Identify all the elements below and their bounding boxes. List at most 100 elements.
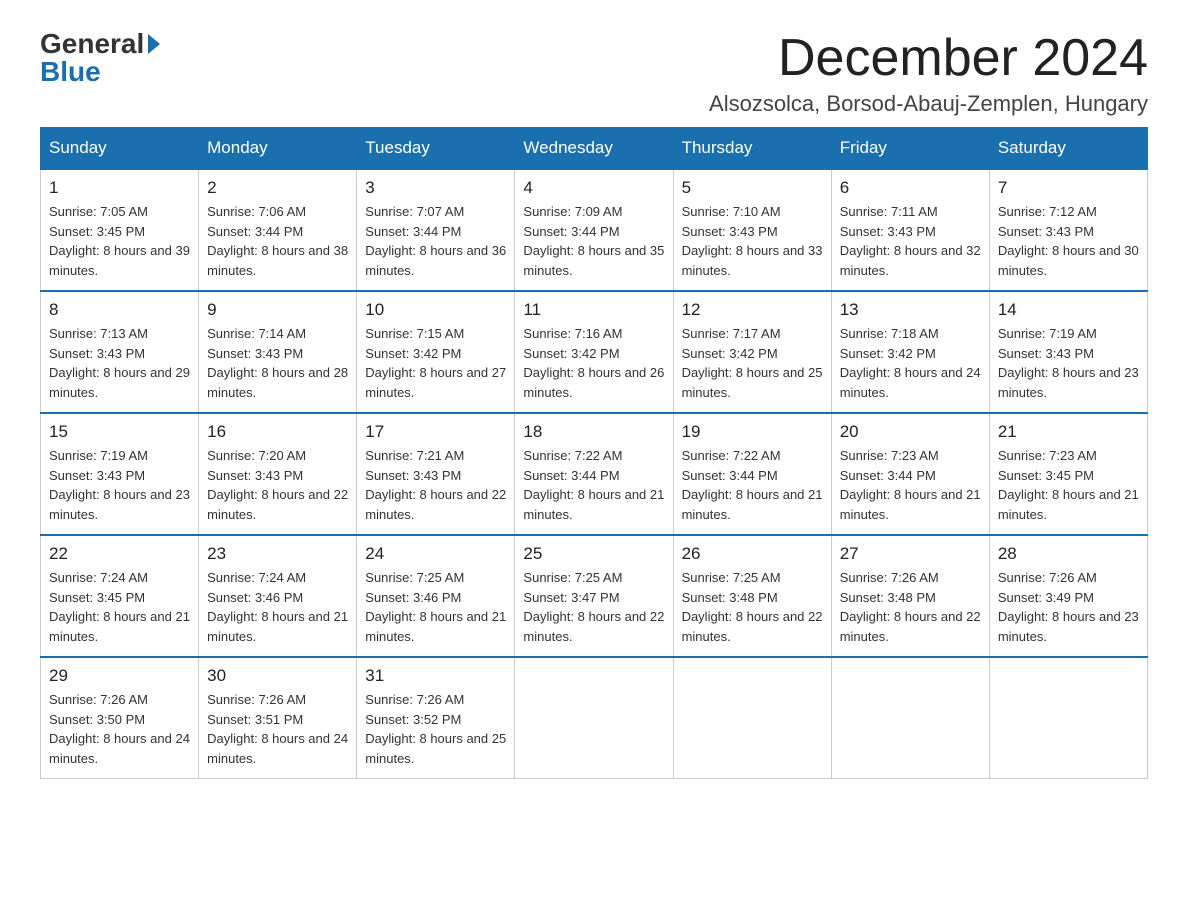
header-saturday: Saturday bbox=[989, 128, 1147, 170]
calendar-cell bbox=[831, 657, 989, 779]
day-number: 5 bbox=[682, 178, 823, 198]
day-info: Sunrise: 7:17 AM Sunset: 3:42 PM Dayligh… bbox=[682, 324, 823, 402]
calendar-cell: 13 Sunrise: 7:18 AM Sunset: 3:42 PM Dayl… bbox=[831, 291, 989, 413]
day-number: 20 bbox=[840, 422, 981, 442]
calendar-cell: 20 Sunrise: 7:23 AM Sunset: 3:44 PM Dayl… bbox=[831, 413, 989, 535]
calendar-cell: 15 Sunrise: 7:19 AM Sunset: 3:43 PM Dayl… bbox=[41, 413, 199, 535]
day-number: 26 bbox=[682, 544, 823, 564]
day-number: 9 bbox=[207, 300, 348, 320]
day-number: 17 bbox=[365, 422, 506, 442]
day-number: 30 bbox=[207, 666, 348, 686]
calendar-cell bbox=[989, 657, 1147, 779]
calendar-cell: 21 Sunrise: 7:23 AM Sunset: 3:45 PM Dayl… bbox=[989, 413, 1147, 535]
calendar-cell: 4 Sunrise: 7:09 AM Sunset: 3:44 PM Dayli… bbox=[515, 169, 673, 291]
header-thursday: Thursday bbox=[673, 128, 831, 170]
calendar-cell: 17 Sunrise: 7:21 AM Sunset: 3:43 PM Dayl… bbox=[357, 413, 515, 535]
logo-blue: Blue bbox=[40, 58, 101, 86]
weekday-header-row: Sunday Monday Tuesday Wednesday Thursday… bbox=[41, 128, 1148, 170]
calendar-cell: 16 Sunrise: 7:20 AM Sunset: 3:43 PM Dayl… bbox=[199, 413, 357, 535]
header-sunday: Sunday bbox=[41, 128, 199, 170]
day-info: Sunrise: 7:07 AM Sunset: 3:44 PM Dayligh… bbox=[365, 202, 506, 280]
day-number: 6 bbox=[840, 178, 981, 198]
day-info: Sunrise: 7:15 AM Sunset: 3:42 PM Dayligh… bbox=[365, 324, 506, 402]
calendar-cell: 10 Sunrise: 7:15 AM Sunset: 3:42 PM Dayl… bbox=[357, 291, 515, 413]
page-header: General Blue December 2024 Alsozsolca, B… bbox=[40, 30, 1148, 117]
calendar-cell: 1 Sunrise: 7:05 AM Sunset: 3:45 PM Dayli… bbox=[41, 169, 199, 291]
day-number: 24 bbox=[365, 544, 506, 564]
day-info: Sunrise: 7:24 AM Sunset: 3:45 PM Dayligh… bbox=[49, 568, 190, 646]
day-info: Sunrise: 7:11 AM Sunset: 3:43 PM Dayligh… bbox=[840, 202, 981, 280]
week-row-1: 1 Sunrise: 7:05 AM Sunset: 3:45 PM Dayli… bbox=[41, 169, 1148, 291]
day-info: Sunrise: 7:23 AM Sunset: 3:45 PM Dayligh… bbox=[998, 446, 1139, 524]
calendar-cell bbox=[673, 657, 831, 779]
calendar-cell bbox=[515, 657, 673, 779]
day-number: 27 bbox=[840, 544, 981, 564]
logo: General Blue bbox=[40, 30, 160, 86]
day-number: 23 bbox=[207, 544, 348, 564]
calendar-subtitle: Alsozsolca, Borsod-Abauj-Zemplen, Hungar… bbox=[709, 91, 1148, 117]
day-info: Sunrise: 7:26 AM Sunset: 3:48 PM Dayligh… bbox=[840, 568, 981, 646]
logo-general: General bbox=[40, 30, 144, 58]
day-number: 15 bbox=[49, 422, 190, 442]
day-number: 8 bbox=[49, 300, 190, 320]
title-section: December 2024 Alsozsolca, Borsod-Abauj-Z… bbox=[709, 30, 1148, 117]
header-wednesday: Wednesday bbox=[515, 128, 673, 170]
calendar-cell: 31 Sunrise: 7:26 AM Sunset: 3:52 PM Dayl… bbox=[357, 657, 515, 779]
day-info: Sunrise: 7:14 AM Sunset: 3:43 PM Dayligh… bbox=[207, 324, 348, 402]
week-row-4: 22 Sunrise: 7:24 AM Sunset: 3:45 PM Dayl… bbox=[41, 535, 1148, 657]
day-info: Sunrise: 7:26 AM Sunset: 3:50 PM Dayligh… bbox=[49, 690, 190, 768]
day-info: Sunrise: 7:12 AM Sunset: 3:43 PM Dayligh… bbox=[998, 202, 1139, 280]
calendar-cell: 25 Sunrise: 7:25 AM Sunset: 3:47 PM Dayl… bbox=[515, 535, 673, 657]
calendar-cell: 8 Sunrise: 7:13 AM Sunset: 3:43 PM Dayli… bbox=[41, 291, 199, 413]
logo-arrow-icon bbox=[148, 34, 160, 54]
calendar-cell: 23 Sunrise: 7:24 AM Sunset: 3:46 PM Dayl… bbox=[199, 535, 357, 657]
calendar-cell: 18 Sunrise: 7:22 AM Sunset: 3:44 PM Dayl… bbox=[515, 413, 673, 535]
day-number: 14 bbox=[998, 300, 1139, 320]
calendar-cell: 9 Sunrise: 7:14 AM Sunset: 3:43 PM Dayli… bbox=[199, 291, 357, 413]
day-info: Sunrise: 7:22 AM Sunset: 3:44 PM Dayligh… bbox=[523, 446, 664, 524]
calendar-cell: 29 Sunrise: 7:26 AM Sunset: 3:50 PM Dayl… bbox=[41, 657, 199, 779]
day-info: Sunrise: 7:05 AM Sunset: 3:45 PM Dayligh… bbox=[49, 202, 190, 280]
calendar-cell: 6 Sunrise: 7:11 AM Sunset: 3:43 PM Dayli… bbox=[831, 169, 989, 291]
day-info: Sunrise: 7:21 AM Sunset: 3:43 PM Dayligh… bbox=[365, 446, 506, 524]
day-info: Sunrise: 7:19 AM Sunset: 3:43 PM Dayligh… bbox=[998, 324, 1139, 402]
day-info: Sunrise: 7:13 AM Sunset: 3:43 PM Dayligh… bbox=[49, 324, 190, 402]
week-row-2: 8 Sunrise: 7:13 AM Sunset: 3:43 PM Dayli… bbox=[41, 291, 1148, 413]
calendar-cell: 14 Sunrise: 7:19 AM Sunset: 3:43 PM Dayl… bbox=[989, 291, 1147, 413]
day-number: 3 bbox=[365, 178, 506, 198]
day-number: 22 bbox=[49, 544, 190, 564]
day-number: 13 bbox=[840, 300, 981, 320]
calendar-cell: 7 Sunrise: 7:12 AM Sunset: 3:43 PM Dayli… bbox=[989, 169, 1147, 291]
day-info: Sunrise: 7:23 AM Sunset: 3:44 PM Dayligh… bbox=[840, 446, 981, 524]
day-info: Sunrise: 7:25 AM Sunset: 3:48 PM Dayligh… bbox=[682, 568, 823, 646]
calendar-cell: 5 Sunrise: 7:10 AM Sunset: 3:43 PM Dayli… bbox=[673, 169, 831, 291]
calendar-cell: 26 Sunrise: 7:25 AM Sunset: 3:48 PM Dayl… bbox=[673, 535, 831, 657]
day-number: 29 bbox=[49, 666, 190, 686]
calendar-title: December 2024 bbox=[709, 30, 1148, 87]
day-info: Sunrise: 7:19 AM Sunset: 3:43 PM Dayligh… bbox=[49, 446, 190, 524]
day-info: Sunrise: 7:16 AM Sunset: 3:42 PM Dayligh… bbox=[523, 324, 664, 402]
header-friday: Friday bbox=[831, 128, 989, 170]
week-row-5: 29 Sunrise: 7:26 AM Sunset: 3:50 PM Dayl… bbox=[41, 657, 1148, 779]
day-number: 18 bbox=[523, 422, 664, 442]
day-info: Sunrise: 7:25 AM Sunset: 3:47 PM Dayligh… bbox=[523, 568, 664, 646]
calendar-cell: 12 Sunrise: 7:17 AM Sunset: 3:42 PM Dayl… bbox=[673, 291, 831, 413]
calendar-cell: 27 Sunrise: 7:26 AM Sunset: 3:48 PM Dayl… bbox=[831, 535, 989, 657]
calendar-cell: 11 Sunrise: 7:16 AM Sunset: 3:42 PM Dayl… bbox=[515, 291, 673, 413]
calendar-table: Sunday Monday Tuesday Wednesday Thursday… bbox=[40, 127, 1148, 779]
day-info: Sunrise: 7:18 AM Sunset: 3:42 PM Dayligh… bbox=[840, 324, 981, 402]
week-row-3: 15 Sunrise: 7:19 AM Sunset: 3:43 PM Dayl… bbox=[41, 413, 1148, 535]
day-number: 10 bbox=[365, 300, 506, 320]
calendar-cell: 24 Sunrise: 7:25 AM Sunset: 3:46 PM Dayl… bbox=[357, 535, 515, 657]
calendar-cell: 19 Sunrise: 7:22 AM Sunset: 3:44 PM Dayl… bbox=[673, 413, 831, 535]
calendar-cell: 3 Sunrise: 7:07 AM Sunset: 3:44 PM Dayli… bbox=[357, 169, 515, 291]
day-number: 31 bbox=[365, 666, 506, 686]
calendar-cell: 30 Sunrise: 7:26 AM Sunset: 3:51 PM Dayl… bbox=[199, 657, 357, 779]
calendar-cell: 2 Sunrise: 7:06 AM Sunset: 3:44 PM Dayli… bbox=[199, 169, 357, 291]
day-number: 25 bbox=[523, 544, 664, 564]
day-info: Sunrise: 7:26 AM Sunset: 3:52 PM Dayligh… bbox=[365, 690, 506, 768]
day-number: 16 bbox=[207, 422, 348, 442]
day-number: 11 bbox=[523, 300, 664, 320]
day-number: 21 bbox=[998, 422, 1139, 442]
day-number: 19 bbox=[682, 422, 823, 442]
